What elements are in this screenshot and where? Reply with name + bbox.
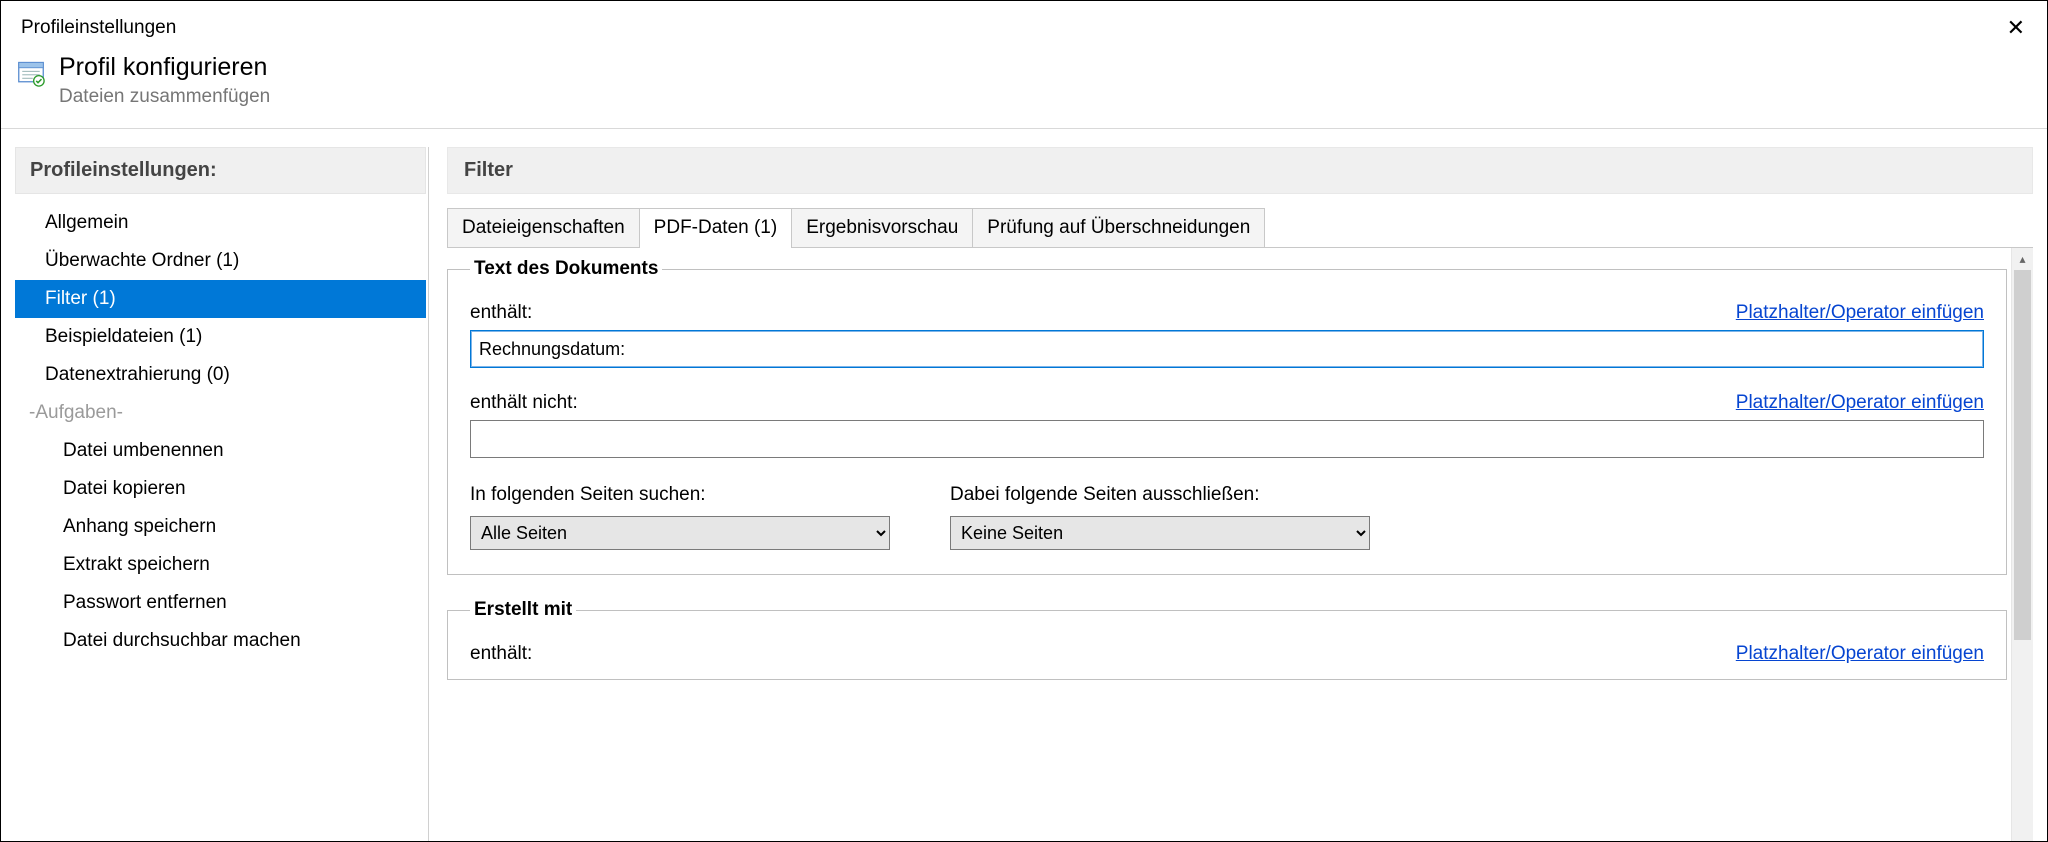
page-title: Profil konfigurieren (59, 53, 270, 82)
main-header: Filter (447, 147, 2033, 194)
sidebar-item[interactable]: Beispieldateien (1) (15, 318, 426, 356)
close-icon[interactable]: ✕ (2001, 17, 2031, 39)
tab-bar: DateieigenschaftenPDF-Daten (1)Ergebnisv… (447, 208, 2033, 248)
group-text-of-document: Text des Dokuments enthält: Platzhalter/… (447, 258, 2007, 575)
tab-body: Text des Dokuments enthält: Platzhalter/… (447, 248, 2011, 841)
page-subtitle: Dateien zusammenfügen (59, 86, 270, 108)
tab[interactable]: PDF-Daten (1) (639, 208, 793, 247)
sidebar-heading: Profileinstellungen: (30, 159, 217, 181)
tab[interactable]: Prüfung auf Überschneidungen (972, 208, 1265, 247)
group-legend-created: Erstellt mit (470, 599, 576, 621)
row-contains: enthält: Platzhalter/Operator einfügen (470, 302, 1984, 324)
sidebar-list: AllgemeinÜberwachte Ordner (1)Filter (1)… (15, 204, 426, 660)
sidebar-item[interactable]: Datei umbenennen (15, 432, 426, 470)
sidebar-header: Profileinstellungen: (15, 147, 426, 194)
group-created-with: Erstellt mit enthält: Platzhalter/Operat… (447, 599, 2007, 680)
sidebar-item[interactable]: Datenextrahierung (0) (15, 356, 426, 394)
sidebar-item[interactable]: Allgemein (15, 204, 426, 242)
main-heading: Filter (464, 159, 513, 181)
window-title: Profileinstellungen (21, 17, 176, 39)
label-search-pages: In folgenden Seiten suchen: (470, 484, 890, 506)
row-created-contains: enthält: Platzhalter/Operator einfügen (470, 643, 1984, 665)
vertical-scrollbar[interactable]: ▴ (2011, 248, 2033, 841)
tab-body-wrap: Text des Dokuments enthält: Platzhalter/… (447, 248, 2033, 841)
sidebar-item[interactable]: Datei kopieren (15, 470, 426, 508)
sidebar-item[interactable]: Überwachte Ordner (1) (15, 242, 426, 280)
input-contains[interactable] (470, 330, 1984, 368)
link-insert-placeholder-contains[interactable]: Platzhalter/Operator einfügen (1736, 302, 1984, 324)
tab[interactable]: Ergebnisvorschau (791, 208, 973, 247)
dropdown-exclude-pages[interactable]: Keine Seiten (950, 516, 1370, 550)
label-created-contains: enthält: (470, 643, 532, 665)
header: Profil konfigurieren Dateien zusammenfüg… (1, 45, 2047, 128)
sidebar-item[interactable]: Extrakt speichern (15, 546, 426, 584)
link-insert-placeholder-created[interactable]: Platzhalter/Operator einfügen (1736, 643, 1984, 665)
sidebar-item[interactable]: Anhang speichern (15, 508, 426, 546)
dropdown-search-pages[interactable]: Alle Seiten (470, 516, 890, 550)
window: Profileinstellungen ✕ Profil konfigurier… (0, 0, 2048, 842)
scroll-thumb[interactable] (2014, 270, 2031, 640)
label-not-contains: enthält nicht: (470, 392, 578, 414)
col-exclude-pages: Dabei folgende Seiten ausschließen: Kein… (950, 484, 1370, 550)
main-panel: Filter DateieigenschaftenPDF-Daten (1)Er… (447, 147, 2033, 841)
row-not-contains: enthält nicht: Platzhalter/Operator einf… (470, 392, 1984, 414)
sidebar-group-label: -Aufgaben- (15, 394, 426, 432)
col-search-pages: In folgenden Seiten suchen: Alle Seiten (470, 484, 890, 550)
page-selection-row: In folgenden Seiten suchen: Alle Seiten … (470, 484, 1984, 550)
label-contains: enthält: (470, 302, 532, 324)
input-not-contains[interactable] (470, 420, 1984, 458)
content: Profileinstellungen: AllgemeinÜberwachte… (1, 129, 2047, 841)
profile-icon (17, 59, 45, 87)
scroll-up-icon[interactable]: ▴ (2012, 248, 2033, 270)
sidebar-item[interactable]: Datei durchsuchbar machen (15, 622, 426, 660)
label-exclude-pages: Dabei folgende Seiten ausschließen: (950, 484, 1370, 506)
sidebar-item[interactable]: Filter (1) (15, 280, 426, 318)
link-insert-placeholder-not-contains[interactable]: Platzhalter/Operator einfügen (1736, 392, 1984, 414)
tab[interactable]: Dateieigenschaften (447, 208, 640, 247)
group-legend-text: Text des Dokuments (470, 258, 662, 280)
sidebar: Profileinstellungen: AllgemeinÜberwachte… (15, 147, 429, 841)
titlebar: Profileinstellungen ✕ (1, 1, 2047, 45)
sidebar-item[interactable]: Passwort entfernen (15, 584, 426, 622)
